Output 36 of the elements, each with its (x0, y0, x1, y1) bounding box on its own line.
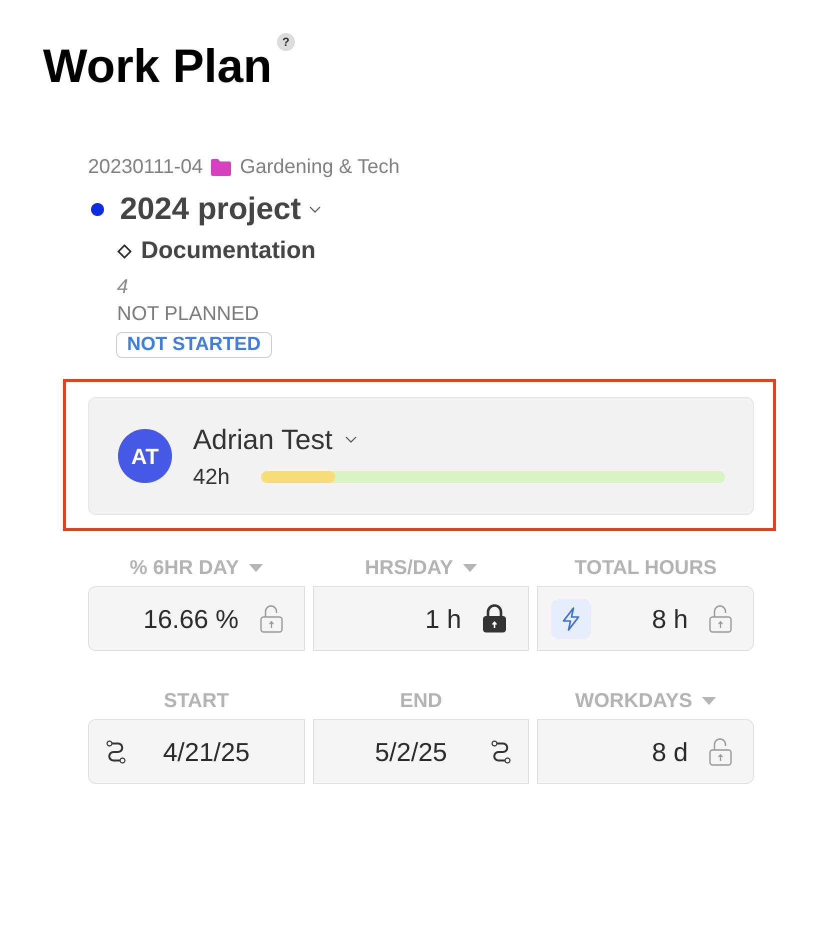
help-button[interactable]: ? (276, 33, 295, 51)
status-badge: NOT STARTED (116, 332, 272, 358)
field-label: % 6HR DAY (130, 556, 239, 581)
number-field[interactable]: 8 d (537, 719, 754, 784)
field-label: WORKDAYS (575, 689, 692, 714)
chevron-down-icon[interactable] (344, 436, 357, 443)
folder-name[interactable]: Gardening & Tech (240, 155, 400, 179)
unlocked-padlock-icon[interactable] (709, 604, 732, 633)
padlock-icon[interactable] (482, 604, 508, 633)
number-field[interactable]: 1 h (312, 586, 530, 651)
assignee-name: Adrian Test (193, 422, 333, 456)
diamond-icon (117, 244, 132, 258)
project-name: 2024 project (120, 190, 301, 228)
route-icon[interactable] (491, 740, 512, 764)
chevron-down-icon[interactable] (308, 206, 321, 212)
number-field[interactable]: 8 h (537, 586, 754, 651)
unlocked-padlock-icon[interactable] (260, 604, 283, 633)
date-field[interactable]: 4/21/25 (88, 719, 305, 784)
field-label: TOTAL HOURS (574, 556, 717, 581)
task-number: 4 (117, 275, 128, 299)
number-field[interactable]: 16.66 % (88, 586, 305, 651)
field-label: START (164, 689, 229, 714)
task-code: 20230111-04 (88, 155, 203, 179)
unlocked-padlock-icon[interactable] (709, 737, 732, 766)
field-label: END (400, 689, 442, 714)
user-avatar: AT (118, 429, 172, 483)
plan-status: NOT PLANNED (117, 302, 259, 326)
field-label: HRS/DAY (364, 556, 454, 581)
folder-icon (210, 158, 231, 176)
date-field[interactable]: 5/2/25 (312, 719, 530, 784)
route-icon[interactable] (106, 740, 126, 764)
page-title: Work Plan (43, 42, 272, 89)
phase-name: Documentation (141, 236, 316, 266)
status-dot-icon (91, 202, 104, 216)
assigned-hours: 42h (193, 464, 231, 490)
lightning-icon[interactable] (551, 598, 592, 638)
